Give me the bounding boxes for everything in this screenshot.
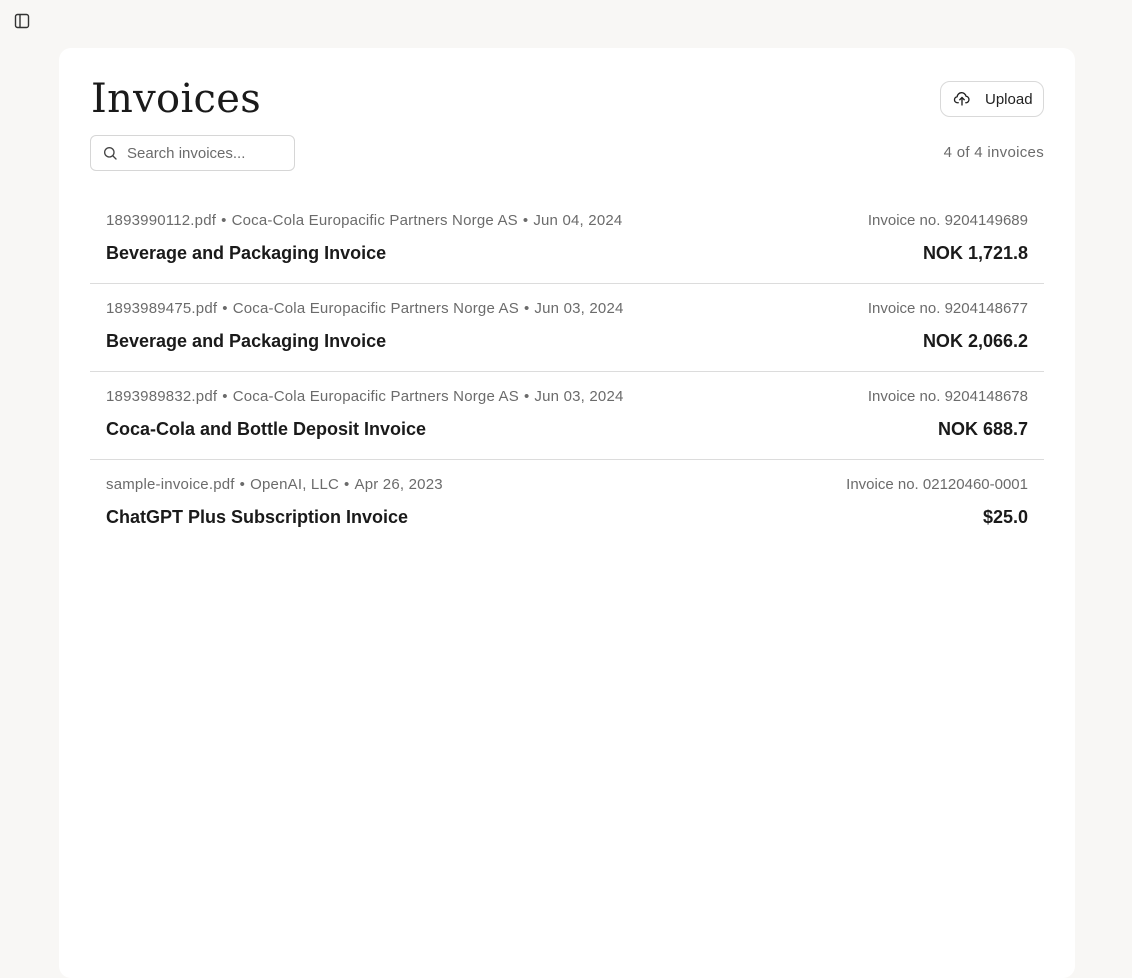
search-icon — [104, 147, 117, 160]
invoice-meta: 1893989832.pdf • Coca-Cola Europacific Par… — [106, 388, 624, 405]
invoice-filename: 1893990112.pdf — [106, 212, 217, 229]
invoice-date: Jun 03, 2024 — [534, 388, 624, 405]
invoice-title: Coca-Cola and Bottle Deposit Invoice — [106, 419, 427, 439]
invoice-row[interactable]: 1893990112.pdf • Coca-Cola Europacific Par… — [90, 196, 1044, 284]
upload-button[interactable]: Upload — [940, 81, 1044, 117]
invoice-number: Invoice no. 9204149689 — [867, 212, 1028, 229]
invoice-meta: sample-invoice.pdf • OpenAI, LLC • Apr 26, 2… — [106, 476, 443, 493]
invoice-date: Apr 26, 2023 — [354, 476, 443, 493]
invoice-vendor: Coca-Cola Europacific Partners Norge AS — [231, 212, 518, 229]
upload-button-label: Upload — [985, 90, 1033, 108]
invoice-meta: 1893989475.pdf • Coca-Cola Europacific Par… — [106, 300, 624, 317]
invoice-list: 1893990112.pdf • Coca-Cola Europacific Par… — [90, 196, 1044, 548]
invoice-filename: sample-invoice.pdf — [106, 476, 235, 493]
invoice-count: 4 of 4 invoices — [943, 144, 1044, 161]
cloud-upload-icon — [953, 92, 970, 106]
sidebar-toggle-button[interactable] — [12, 11, 32, 31]
invoice-title: ChatGPT Plus Subscription Invoice — [106, 507, 409, 527]
invoice-number: Invoice no. 02120460-0001 — [846, 476, 1028, 493]
search-input[interactable] — [127, 144, 277, 162]
invoice-date: Jun 03, 2024 — [534, 300, 624, 317]
invoice-row[interactable]: 1893989475.pdf • Coca-Cola Europacific Par… — [90, 284, 1044, 372]
sidebar-toggle-icon — [14, 13, 30, 29]
search-box[interactable] — [90, 135, 295, 171]
invoice-number: Invoice no. 9204148677 — [867, 300, 1028, 317]
invoice-amount: $25.0 — [982, 507, 1028, 527]
invoice-filename: 1893989475.pdf — [106, 300, 218, 317]
invoice-title: Beverage and Packaging Invoice — [106, 331, 387, 351]
invoice-amount: NOK 1,721.8 — [922, 243, 1028, 263]
invoice-vendor: Coca-Cola Europacific Partners Norge AS — [232, 388, 519, 405]
invoice-row[interactable]: sample-invoice.pdf • OpenAI, LLC • Apr 26, 2… — [90, 460, 1044, 548]
page-title: Invoices — [91, 76, 262, 122]
invoice-amount: NOK 2,066.2 — [922, 331, 1028, 351]
invoice-number: Invoice no. 9204148678 — [867, 388, 1028, 405]
invoices-panel: Invoices Upload 4 of 4 invoices 18939901… — [59, 48, 1075, 978]
invoice-title: Beverage and Packaging Invoice — [106, 243, 387, 263]
invoice-meta: 1893990112.pdf • Coca-Cola Europacific Par… — [106, 212, 623, 229]
invoice-amount: NOK 688.7 — [937, 419, 1028, 439]
invoice-row[interactable]: 1893989832.pdf • Coca-Cola Europacific Par… — [90, 372, 1044, 460]
invoice-date: Jun 04, 2024 — [533, 212, 623, 229]
invoice-vendor: OpenAI, LLC — [250, 476, 340, 493]
invoice-vendor: Coca-Cola Europacific Partners Norge AS — [232, 300, 519, 317]
invoice-filename: 1893989832.pdf — [106, 388, 218, 405]
